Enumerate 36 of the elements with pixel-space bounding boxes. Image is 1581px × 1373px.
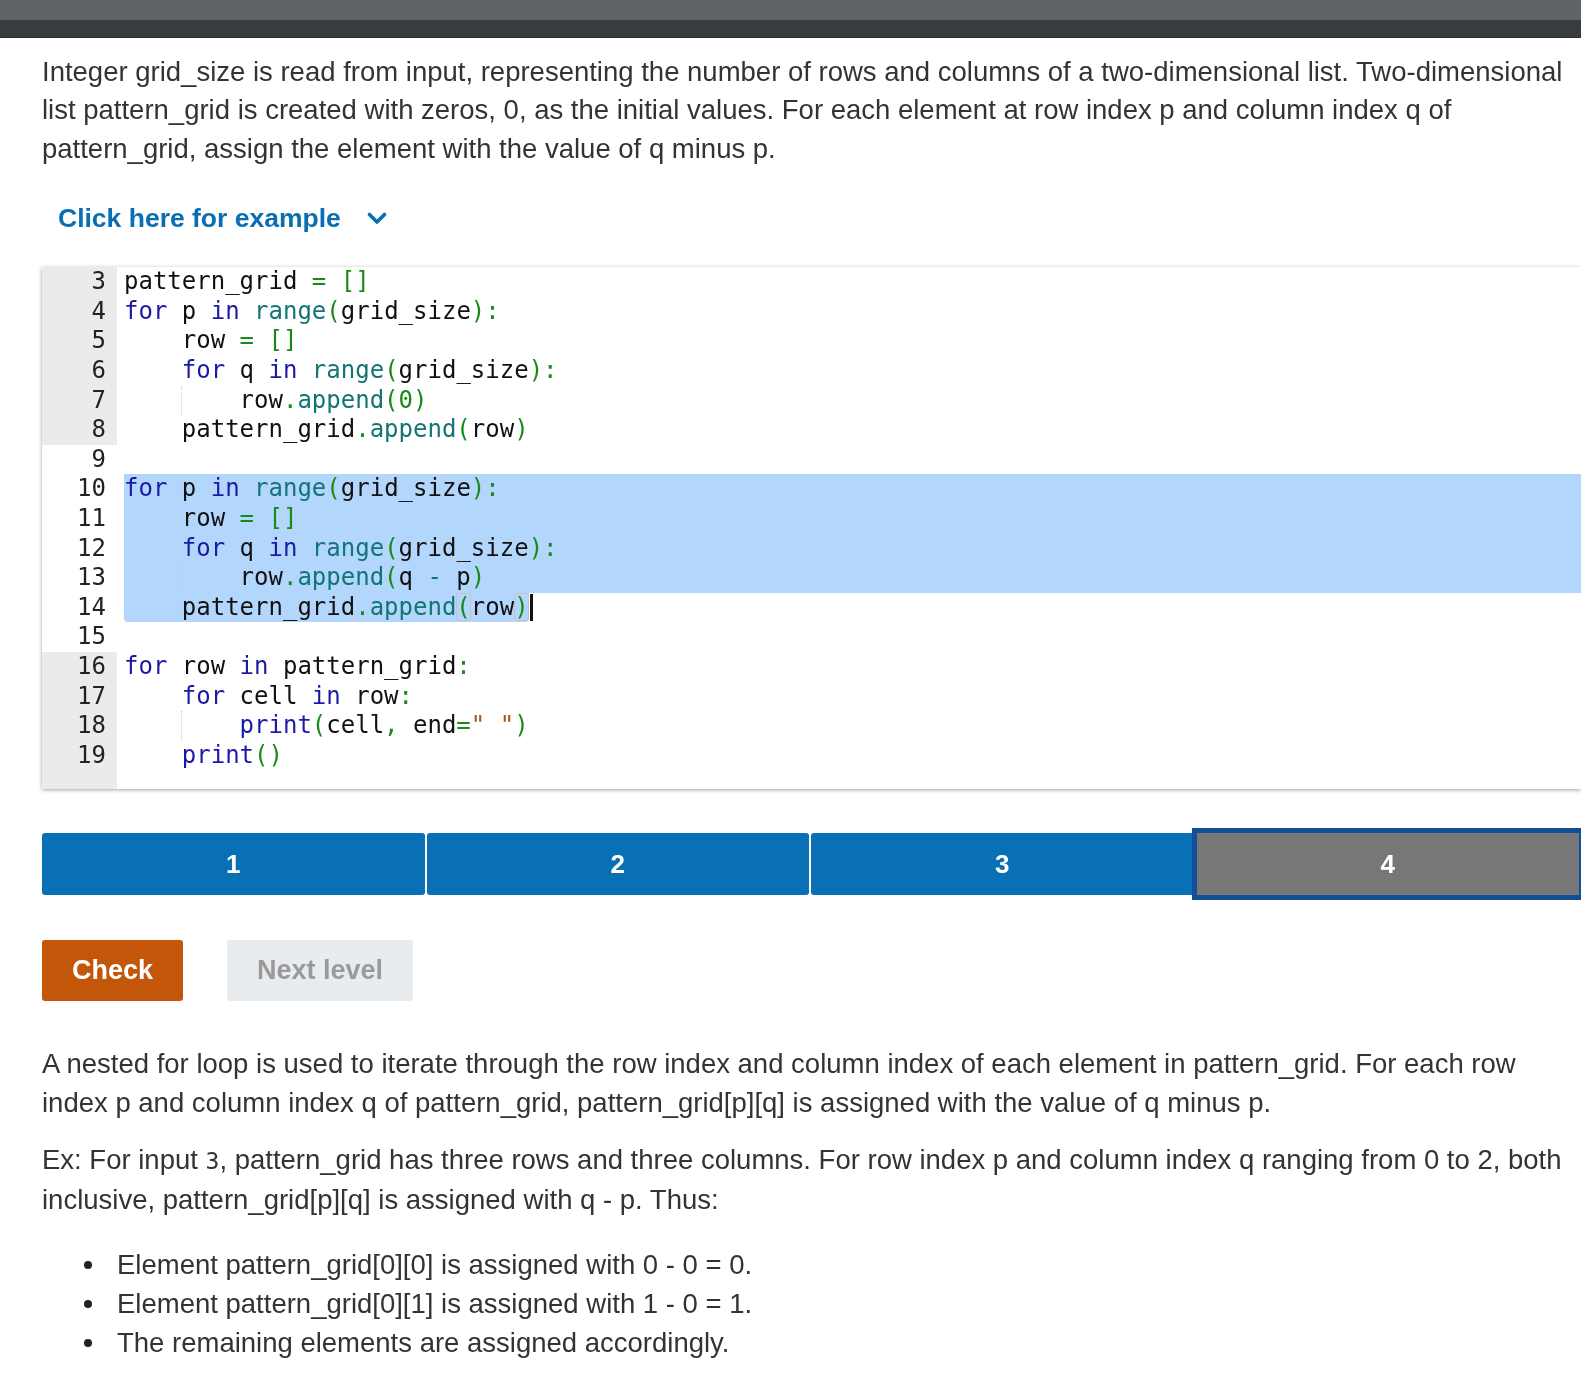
check-button[interactable]: Check [42,940,184,1002]
code-line: for q in range(grid_size): [180,356,558,386]
bullet-text: Element pattern_grid[0][0] is assigned with 0 - 0 = 0. [117,1249,753,1282]
line-number: 16 [42,651,117,682]
line-number: 3 [42,267,117,297]
line-number: 19 [42,740,117,771]
line-number: 17 [42,681,117,712]
code-line: pattern_grid = [] [124,267,370,297]
line-number: 18 [42,711,117,741]
bullet-icon [84,1300,92,1309]
code-line: for p in range(grid_size): [124,296,500,327]
example-toggle[interactable]: Click here for example [58,199,387,238]
bullet-text: The remaining elements are assigned accordingly. [117,1327,730,1360]
bullet-icon [84,1339,92,1348]
line-number: 8 [42,415,117,445]
line-number: 5 [42,326,117,356]
code-line: print(cell, end=" ") [238,711,529,741]
code-line: for row in pattern_grid: [124,651,471,682]
code-line: row = [] [180,326,298,356]
code-editor[interactable] [42,267,1581,790]
bullet-icon [84,1261,92,1270]
bullet-text: Element pattern_grid[0][1] is assigned with 1 - 0 = 1. [117,1288,753,1321]
level-tab[interactable]: 4 [1191,828,1581,901]
line-number: 6 [42,356,117,386]
explanation-text: Ex: For input 3, pattern_grid has three rows and three columns. For row index p and column index q ranging from 0 to 2, both inclusive, pattern_grid[p][q] is assigned with q - p. Thus: [42,1143,1563,1217]
level-tab[interactable]: 1 [42,833,425,896]
level-tab[interactable]: 2 [426,833,809,896]
line-number: 7 [42,385,117,416]
code-line: pattern_grid.append(row) [180,415,529,445]
prompt-text: Integer grid_size is read from input, representing the number of rows and columns of a two-dimensional list. Two-dimensional list pattern_grid is created with zeros, 0, as the initial values. For each element at row index p and column index q of pattern_grid, assign the element with the value of q minus p. [42,55,1564,166]
explanation-text: A nested for loop is used to iterate through the row index and column index of each element in pattern_grid. For each row index p and column index q of pattern_grid, pattern_grid[p][q] is assigned with the value of q minus p. [42,1047,1517,1120]
code-line: row.append(0) [238,385,428,416]
code-line: for cell in row: [180,681,413,712]
level-tab[interactable]: 3 [811,833,1194,896]
line-number: 4 [42,296,117,327]
code-line: print() [180,740,283,771]
